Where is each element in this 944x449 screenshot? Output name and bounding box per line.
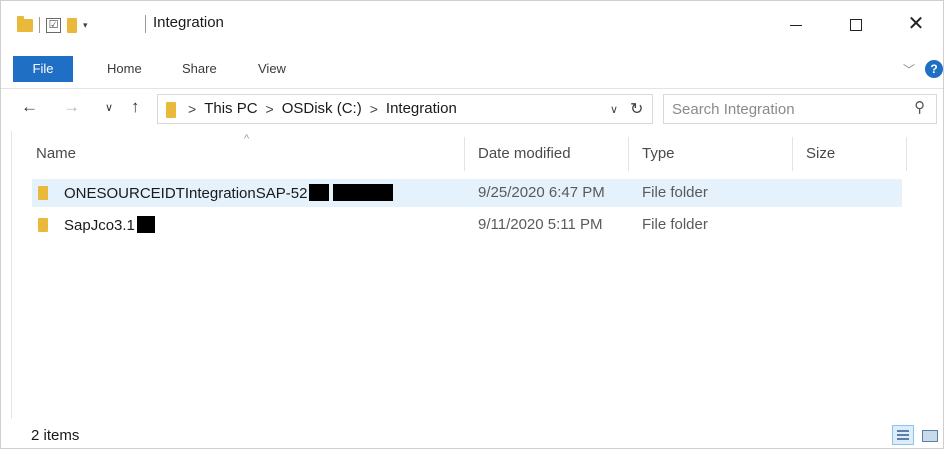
table-row[interactable]: ONESOURCEIDTIntegrationSAP-52 9/25/2020 …: [32, 179, 902, 207]
folder-icon: [166, 102, 176, 118]
explorer-window: ☑ ▾ Integration ✕ File Home Share View ﹀…: [0, 0, 944, 449]
breadcrumb: > This PC > OSDisk (C:) > Integration: [188, 95, 457, 123]
breadcrumb-osdisk[interactable]: OSDisk (C:): [282, 95, 362, 123]
file-type: File folder: [642, 184, 708, 201]
large-icons-view-icon[interactable]: [919, 425, 941, 445]
search-icon[interactable]: ⚲: [914, 98, 925, 116]
breadcrumb-integration[interactable]: Integration: [386, 95, 457, 123]
search-input[interactable]: [672, 99, 902, 119]
column-divider[interactable]: [628, 137, 629, 171]
expand-ribbon-icon[interactable]: ﹀: [903, 61, 915, 78]
chevron-down-icon[interactable]: ∨: [610, 103, 618, 116]
address-bar[interactable]: > This PC > OSDisk (C:) > Integration ∨ …: [157, 94, 653, 124]
file-type: File folder: [642, 216, 708, 233]
column-header-size[interactable]: Size: [806, 145, 835, 162]
date-modified: 9/11/2020 5:11 PM: [478, 216, 603, 233]
column-divider[interactable]: [906, 137, 907, 171]
forward-arrow-icon[interactable]: →: [63, 97, 80, 117]
chevron-right-icon[interactable]: >: [188, 95, 196, 123]
new-folder-icon[interactable]: [67, 17, 77, 33]
file-name: ONESOURCEIDTIntegrationSAP-52: [64, 184, 394, 202]
navigation-bar: ← → ∨ ↑ > This PC > OSDisk (C:) > Integr…: [1, 89, 943, 129]
tab-home[interactable]: Home: [107, 56, 142, 82]
back-arrow-icon[interactable]: ←: [21, 97, 38, 117]
column-header-date-modified[interactable]: Date modified: [478, 145, 571, 162]
chevron-right-icon[interactable]: >: [266, 95, 274, 123]
chevron-right-icon[interactable]: >: [370, 95, 378, 123]
file-list: ^ Name Date modified Type Size ONESOURCE…: [11, 131, 935, 419]
properties-check-icon[interactable]: ☑: [46, 17, 61, 33]
sort-indicator-icon: ^: [244, 133, 250, 145]
title-divider: [145, 15, 146, 33]
minimize-button[interactable]: [773, 9, 819, 39]
help-icon[interactable]: ?: [925, 60, 943, 78]
folder-icon: [38, 186, 48, 200]
breadcrumb-this-pc[interactable]: This PC: [204, 95, 257, 123]
tab-file[interactable]: File: [13, 56, 73, 82]
recent-locations-icon[interactable]: ∨: [105, 101, 113, 114]
window-title: Integration: [153, 14, 224, 31]
column-divider[interactable]: [464, 137, 465, 171]
folder-icon: [38, 218, 48, 232]
redaction: [333, 184, 394, 201]
column-header-type[interactable]: Type: [642, 145, 675, 162]
status-bar: 2 items: [1, 421, 943, 449]
qat-divider: [39, 17, 40, 33]
details-view-icon[interactable]: [892, 425, 914, 445]
minimize-icon: [790, 24, 802, 26]
tab-view[interactable]: View: [258, 56, 286, 82]
title-bar: ☑ ▾ Integration ✕: [1, 1, 943, 45]
column-headers: ^ Name Date modified Type Size: [12, 131, 936, 175]
up-arrow-icon[interactable]: ↑: [131, 97, 140, 117]
redaction: [136, 216, 155, 233]
folder-icon[interactable]: [17, 15, 33, 32]
close-button[interactable]: ✕: [893, 9, 939, 39]
date-modified: 9/25/2020 6:47 PM: [478, 184, 605, 201]
qat-dropdown-icon[interactable]: ▾: [83, 20, 88, 31]
column-header-name[interactable]: Name: [36, 145, 76, 162]
item-count: 2 items: [31, 427, 80, 444]
maximize-button[interactable]: [833, 9, 879, 39]
file-name: SapJco3.1: [64, 216, 155, 234]
refresh-icon[interactable]: ↻: [630, 99, 643, 119]
tab-share[interactable]: Share: [182, 56, 217, 82]
table-row[interactable]: SapJco3.1 9/11/2020 5:11 PM File folder: [32, 211, 902, 239]
ribbon-tabs: File Home Share View ﹀ ?: [1, 47, 943, 89]
maximize-icon: [850, 19, 862, 32]
redaction: [309, 184, 330, 201]
search-box[interactable]: ⚲: [663, 94, 937, 124]
quick-access-toolbar: ☑ ▾: [17, 15, 88, 35]
column-divider[interactable]: [792, 137, 793, 171]
